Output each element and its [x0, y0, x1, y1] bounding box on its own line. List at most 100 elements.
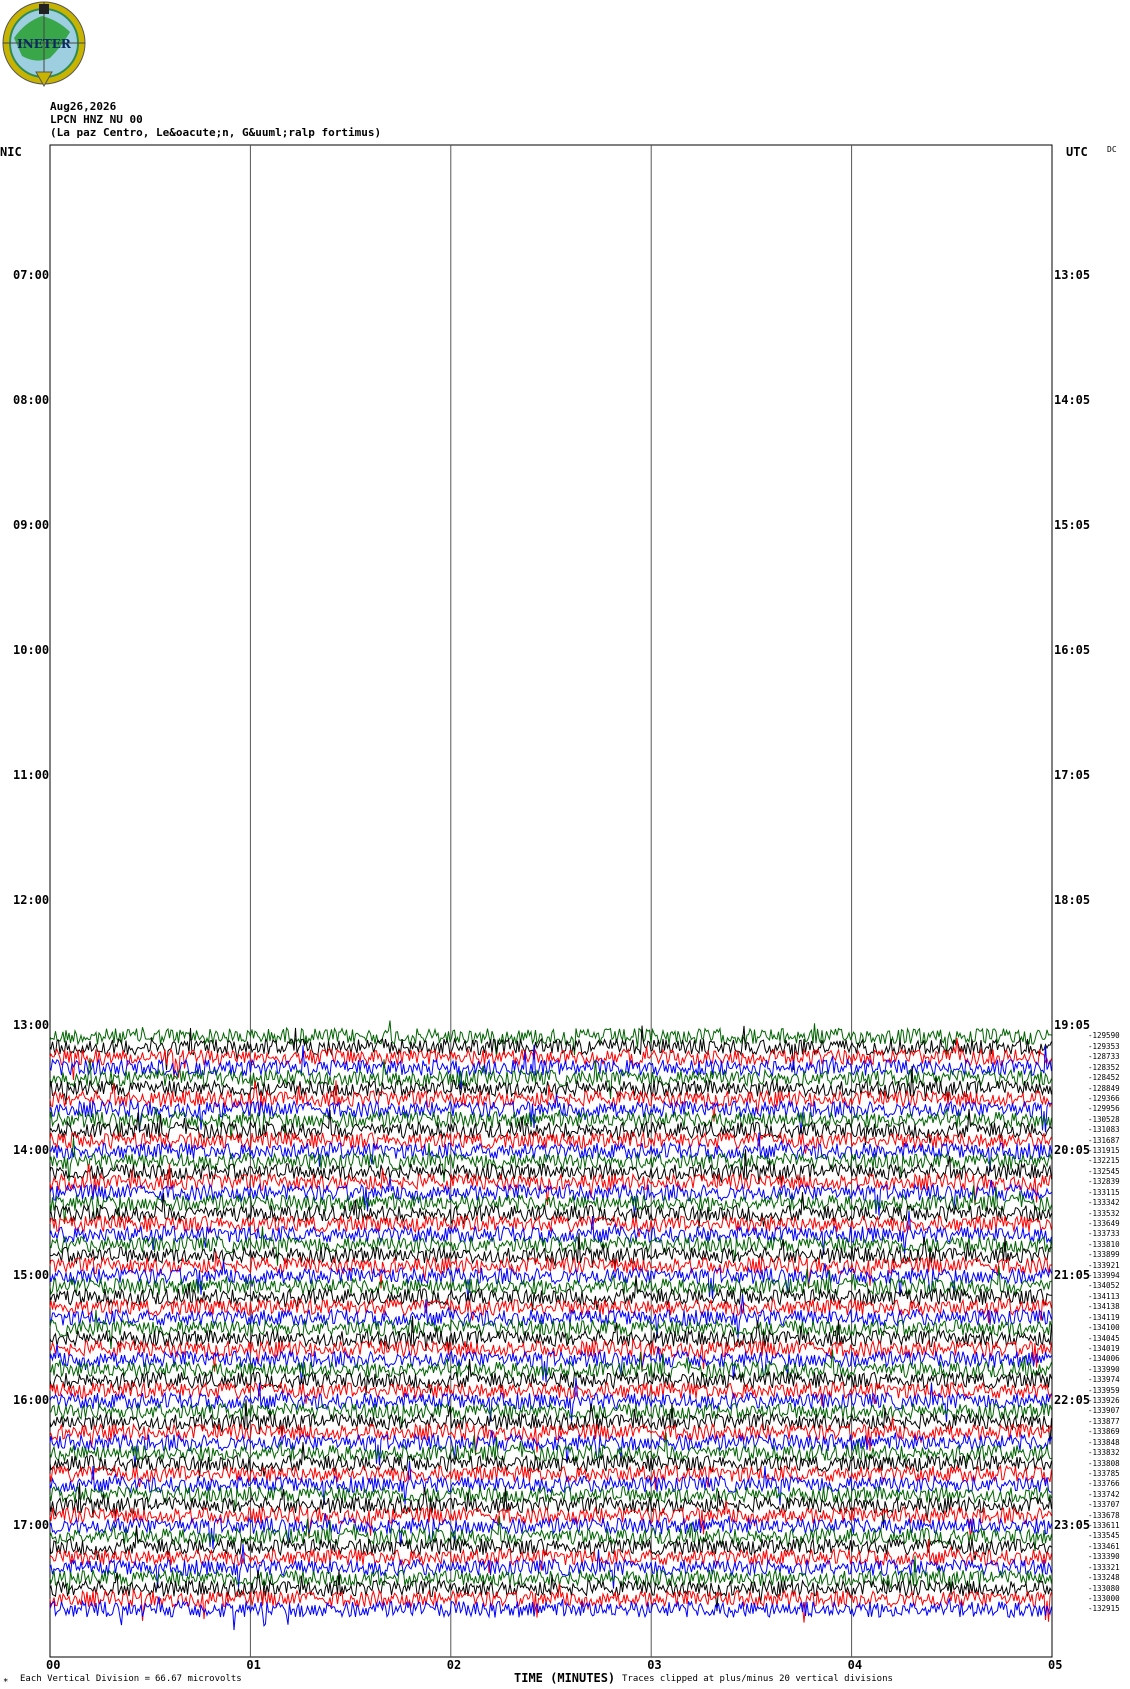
- right-time-label: 14:05: [1054, 393, 1091, 407]
- ineter-logo: INETER: [2, 1, 86, 88]
- dc-offset-label: -133926: [1088, 1396, 1120, 1405]
- dc-offset-label: -133000: [1088, 1593, 1120, 1603]
- dc-offset-label: -133848: [1088, 1437, 1120, 1447]
- right-time-label: 15:05: [1054, 518, 1091, 532]
- station-code: LPCN HNZ NU 00: [50, 113, 143, 126]
- x-axis-label: TIME (MINUTES): [514, 1671, 616, 1685]
- helicorder-plot: INETER: [2, 1, 1053, 1658]
- dc-offset-label: -130528: [1088, 1114, 1120, 1124]
- logo-top-mark: [39, 4, 49, 14]
- x-tick-label: 01: [246, 1658, 261, 1672]
- right-time-label: 18:05: [1054, 893, 1091, 907]
- right-time-label: 21:05: [1054, 1268, 1091, 1282]
- x-tick-label: 04: [847, 1658, 863, 1672]
- dc-offset-label: -134052: [1088, 1281, 1120, 1291]
- right-time-label: 22:05: [1054, 1393, 1091, 1407]
- dc-offset-label: -133907: [1088, 1406, 1120, 1416]
- dc-offset-label: -133678: [1088, 1510, 1120, 1520]
- dc-offset-label: -133899: [1088, 1250, 1120, 1260]
- dc-offset-label: -133742: [1088, 1489, 1120, 1499]
- x-tick-label: 05: [1048, 1658, 1063, 1672]
- x-tick-label: 03: [647, 1658, 662, 1672]
- dc-offset-label: -128352: [1088, 1062, 1120, 1072]
- division-label: Each Vertical Division =: [20, 1674, 151, 1684]
- dc-offset-label: -133707: [1088, 1500, 1120, 1510]
- dc-offset-label: -133321: [1088, 1562, 1120, 1572]
- dc-offset-label: -133974: [1088, 1375, 1120, 1385]
- left-time-label: 07:00: [13, 268, 50, 282]
- dc-offset-label: -129590: [1088, 1031, 1120, 1041]
- left-time-label: 09:00: [13, 518, 50, 532]
- record-date: Aug26,2026: [50, 100, 117, 113]
- clip-note: Traces clipped at plus/minus 20 vertical…: [622, 1674, 893, 1684]
- dc-offset-label: -134045: [1088, 1333, 1120, 1343]
- dc-offset-label: -133832: [1088, 1448, 1120, 1458]
- dc-offset-label: -134119: [1088, 1312, 1120, 1322]
- seismic-traces: [49, 1020, 1052, 1631]
- minute-gridlines: [249, 145, 853, 1657]
- right-time-label: 23:05: [1054, 1518, 1091, 1532]
- dc-offset-label: -134006: [1088, 1354, 1120, 1364]
- dc-offset-label: -133342: [1088, 1198, 1120, 1208]
- dc-offset-label: -134113: [1088, 1291, 1120, 1301]
- seismic-trace: [49, 1163, 1052, 1206]
- dc-offset-label: -133248: [1088, 1573, 1120, 1583]
- dc-offset-label: -133994: [1088, 1271, 1120, 1280]
- dc-offset-label: -133733: [1088, 1229, 1120, 1239]
- dc-offset-label: -133877: [1088, 1416, 1120, 1426]
- dc-offset-label: -133080: [1088, 1583, 1120, 1593]
- seismic-trace: [49, 1132, 1052, 1172]
- dc-offset-label: -133532: [1088, 1208, 1120, 1218]
- seismic-trace: [49, 1130, 1052, 1154]
- dc-offset-label: -133808: [1088, 1458, 1120, 1468]
- dc-offset-label: -133810: [1088, 1239, 1120, 1249]
- dc-offset-label: -133785: [1088, 1468, 1120, 1478]
- dc-offset-label: -133959: [1088, 1385, 1120, 1395]
- dc-offset-label: -133461: [1088, 1541, 1120, 1551]
- left-time-label: 16:00: [13, 1393, 50, 1407]
- dc-offset-label: -128733: [1088, 1052, 1120, 1062]
- right-time-label: 17:05: [1054, 768, 1091, 782]
- logo-text: INETER: [17, 37, 72, 51]
- dc-offset-label: -133649: [1088, 1218, 1120, 1228]
- left-time-label: 14:00: [13, 1143, 50, 1157]
- left-time-label: 11:00: [13, 768, 50, 782]
- left-time-label: 10:00: [13, 643, 50, 657]
- dc-offset-label: -129353: [1088, 1041, 1120, 1051]
- dc-offset-label: -133611: [1088, 1521, 1120, 1530]
- right-time-label: 16:05: [1054, 643, 1091, 657]
- right-axis-label: UTC: [1066, 145, 1088, 159]
- division-icon: ∗: [3, 1676, 9, 1686]
- x-tick-label: 00: [46, 1658, 61, 1672]
- left-time-label: 13:00: [13, 1018, 50, 1032]
- dc-offset-label: -132915: [1088, 1604, 1120, 1614]
- right-time-label: 13:05: [1054, 268, 1091, 282]
- station-location: (La paz Centro, Le&oacute;n, G&uuml;ralp…: [50, 126, 382, 139]
- left-axis-label: NIC: [0, 145, 22, 159]
- right-time-label: 19:05: [1054, 1018, 1091, 1032]
- dc-offset-label: -131915: [1088, 1146, 1120, 1155]
- dc-offset-label: -133990: [1088, 1364, 1120, 1374]
- dc-offset-label: -129956: [1088, 1104, 1120, 1114]
- dc-offset-label: -132215: [1088, 1156, 1120, 1166]
- dc-offset-label: -129366: [1088, 1093, 1120, 1103]
- dc-offset-label: -128452: [1088, 1073, 1120, 1083]
- dc-label: DC: [1107, 145, 1117, 154]
- dc-offset-label: -133115: [1088, 1187, 1120, 1197]
- dc-offset-label: -131083: [1088, 1125, 1120, 1135]
- dc-offset-label: -134100: [1088, 1323, 1120, 1333]
- division-value: 66.67 microvolts: [155, 1674, 242, 1684]
- x-tick-label: 02: [446, 1658, 462, 1672]
- dc-offset-label: -133390: [1088, 1552, 1120, 1562]
- dc-offset-label: -134019: [1088, 1343, 1120, 1353]
- dc-offset-label: -133766: [1088, 1479, 1120, 1489]
- dc-offset-label: -133921: [1088, 1260, 1120, 1270]
- dc-offset-label: -131687: [1088, 1135, 1120, 1145]
- dc-offset-label: -134138: [1088, 1302, 1120, 1312]
- dc-offset-label: -133869: [1088, 1427, 1120, 1437]
- dc-offset-label: -132839: [1088, 1177, 1120, 1187]
- plot-frame: [49, 144, 1053, 1658]
- seismic-trace: [49, 1057, 1052, 1100]
- dc-offset-label: -132545: [1088, 1166, 1120, 1176]
- seismic-trace: [49, 1149, 1052, 1185]
